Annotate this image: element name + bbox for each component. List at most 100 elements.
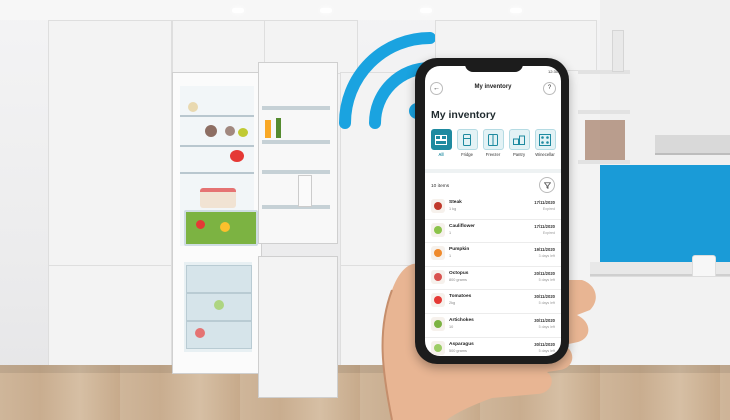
nav-title: My inventory bbox=[474, 84, 512, 90]
item-date: 17/11/2020 bbox=[534, 200, 555, 205]
category-tabs: All Fridge Freezer Pantry Winecellar bbox=[429, 129, 559, 167]
tab-label: Freezer bbox=[485, 152, 501, 157]
item-date: 17/11/2020 bbox=[534, 223, 555, 229]
freezer-door-open bbox=[258, 256, 338, 398]
food-item bbox=[205, 125, 217, 137]
item-quantity: 1 bbox=[449, 230, 452, 235]
item-name: Cauliflower bbox=[449, 223, 475, 229]
item-status: 5 days left bbox=[538, 348, 555, 353]
tab-label: Winecellar bbox=[535, 152, 555, 157]
food-item bbox=[214, 300, 224, 310]
item-status: Expired bbox=[542, 230, 555, 235]
fridge-shelf bbox=[180, 145, 254, 147]
item-thumbnail bbox=[431, 269, 445, 284]
app-screen: 12:30 ← My inventory ? My inventory All … bbox=[425, 66, 561, 356]
fridge-icon bbox=[456, 129, 478, 150]
door-bin bbox=[262, 205, 330, 209]
phone-notch bbox=[465, 62, 523, 72]
door-bin bbox=[262, 106, 330, 110]
item-thumbnail bbox=[431, 199, 445, 213]
tab-pantry[interactable]: Pantry bbox=[507, 129, 531, 157]
item-quantity: 500 grams bbox=[449, 348, 467, 353]
item-name: Octopus bbox=[449, 270, 469, 276]
food-item bbox=[195, 328, 205, 338]
section-divider bbox=[425, 169, 561, 173]
wall-cabinet bbox=[48, 20, 172, 267]
freezer-drawer bbox=[186, 265, 252, 293]
list-item[interactable]: Pumpkin 1 19/11/2020 3 days left bbox=[425, 243, 561, 267]
freezer-icon bbox=[482, 129, 504, 150]
bottle bbox=[276, 118, 281, 138]
tab-label: Pantry bbox=[512, 152, 526, 157]
item-date: 30/11/2020 bbox=[534, 341, 555, 347]
food-item bbox=[188, 102, 198, 112]
item-thumbnail bbox=[431, 246, 445, 261]
food-item bbox=[225, 126, 235, 136]
food-item bbox=[238, 128, 248, 137]
item-name: Asparagus bbox=[449, 341, 474, 347]
cake bbox=[200, 188, 236, 208]
item-quantity: 1 kg bbox=[449, 207, 457, 211]
item-name: Tomatoes bbox=[449, 294, 472, 300]
list-item[interactable]: Cauliflower 1 17/11/2020 Expired bbox=[425, 220, 561, 244]
base-cabinet bbox=[48, 265, 172, 367]
fridge-door-open bbox=[258, 62, 338, 244]
ceiling-spotlight bbox=[420, 8, 432, 13]
item-date: 30/11/2020 bbox=[534, 294, 555, 300]
fridge-shelf bbox=[180, 115, 254, 117]
ceiling-spotlight bbox=[510, 8, 522, 13]
ceiling-spotlight bbox=[320, 8, 332, 13]
item-status: 5 days left bbox=[538, 324, 555, 329]
wall-shelf bbox=[578, 160, 630, 164]
list-item[interactable]: Asparagus 500 grams 30/11/2020 5 days le… bbox=[425, 338, 561, 356]
item-date: 19/11/2020 bbox=[534, 247, 555, 253]
tab-fridge[interactable]: Fridge bbox=[455, 129, 479, 157]
list-item[interactable]: Octopus 800 grams 20/11/2020 5 days left bbox=[425, 267, 561, 291]
door-bin bbox=[262, 140, 330, 144]
cookbooks bbox=[585, 120, 625, 160]
help-button[interactable]: ? bbox=[543, 82, 556, 95]
filter-button[interactable] bbox=[539, 177, 555, 193]
item-date: 30/11/2020 bbox=[534, 317, 555, 323]
milk-bottle bbox=[298, 175, 312, 207]
winecellar-icon bbox=[534, 129, 556, 150]
item-quantity: 10 bbox=[449, 324, 454, 329]
item-thumbnail bbox=[431, 222, 445, 237]
item-thumbnail bbox=[431, 316, 445, 331]
tab-all[interactable]: All bbox=[429, 129, 453, 157]
item-status: Expired bbox=[542, 207, 555, 211]
item-quantity: 1 bbox=[449, 254, 452, 259]
filter-icon bbox=[543, 181, 551, 189]
bottle bbox=[265, 120, 271, 138]
item-status: 5 days left bbox=[538, 277, 555, 282]
list-item[interactable]: Steak 1 kg 17/11/2020 Expired bbox=[425, 196, 561, 220]
food-item bbox=[230, 150, 244, 162]
item-quantity: 2kg bbox=[449, 301, 456, 306]
item-status: 3 days left bbox=[538, 254, 555, 259]
item-date: 20/11/2020 bbox=[534, 270, 555, 276]
wall-shelf bbox=[578, 110, 630, 114]
upper-cabinet bbox=[172, 20, 266, 74]
lower-cabinet bbox=[590, 276, 730, 367]
item-name: Pumpkin bbox=[449, 247, 470, 253]
range-hood bbox=[655, 135, 730, 155]
all-icon bbox=[430, 129, 452, 150]
list-item[interactable]: Tomatoes 2kg 30/11/2020 5 days left bbox=[425, 290, 561, 314]
pantry-icon bbox=[508, 129, 530, 150]
ceiling-spotlight bbox=[232, 8, 244, 13]
tab-freezer[interactable]: Freezer bbox=[481, 129, 505, 157]
fridge-shelf bbox=[180, 172, 254, 174]
tab-winecellar[interactable]: Winecellar bbox=[533, 129, 557, 157]
item-status: 5 days left bbox=[538, 301, 555, 306]
item-thumbnail bbox=[431, 340, 445, 355]
item-count: 10 items bbox=[431, 184, 450, 189]
food-item bbox=[220, 222, 230, 232]
question-icon: ? bbox=[547, 85, 552, 91]
list-item[interactable]: Artichokes 10 30/11/2020 5 days left bbox=[425, 314, 561, 338]
page-title: My inventory bbox=[431, 109, 496, 121]
item-quantity: 800 grams bbox=[449, 277, 467, 282]
door-bin bbox=[262, 170, 330, 174]
item-name: Artichokes bbox=[449, 317, 474, 323]
tab-label: Fridge bbox=[461, 152, 473, 157]
kitchen-scene: 12:30 ← My inventory ? My inventory All … bbox=[0, 0, 730, 420]
